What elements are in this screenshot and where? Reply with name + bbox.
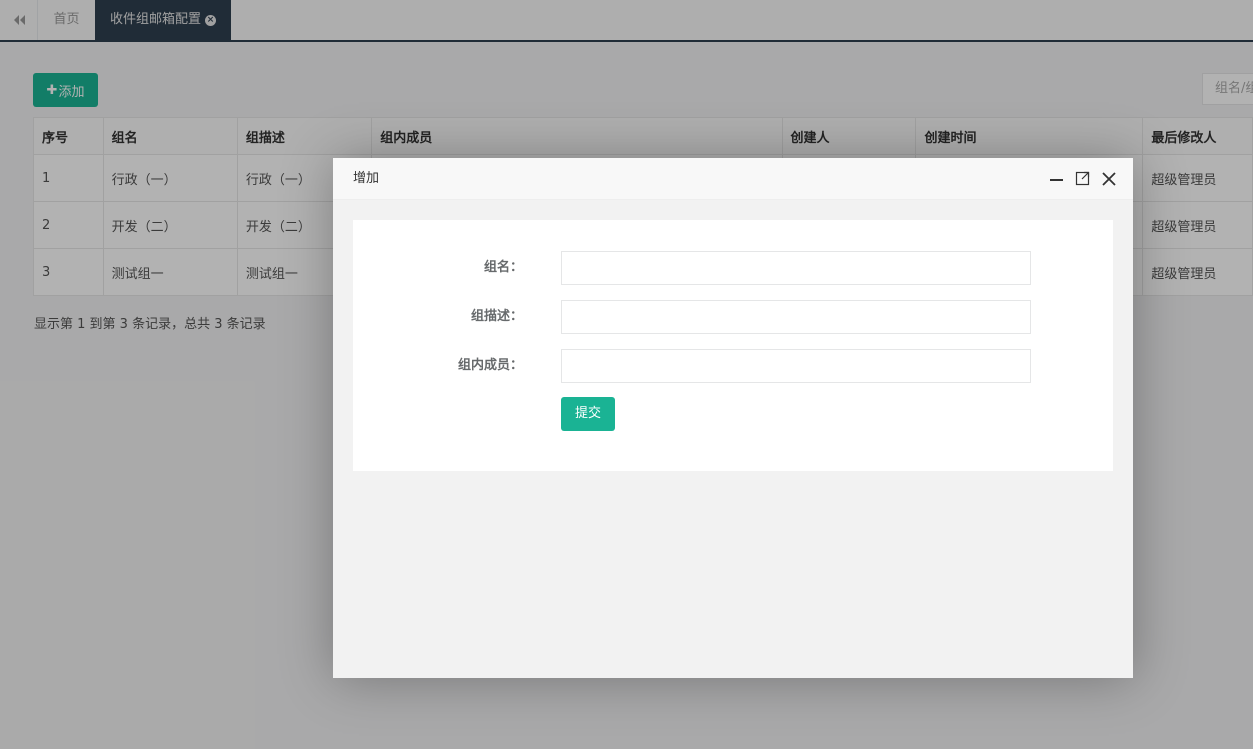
dialog-title: 增加: [353, 171, 380, 186]
dialog-form: 组名： 组描述： 组内成员： 提交: [353, 220, 1113, 471]
minimize-icon[interactable]: [1049, 169, 1065, 189]
form-row-description: 组描述：: [353, 300, 1113, 334]
maximize-icon[interactable]: [1075, 169, 1091, 189]
group-name-input[interactable]: [561, 251, 1031, 285]
group-members-label: 组内成员：: [457, 358, 523, 373]
group-description-label: 组描述：: [470, 309, 523, 324]
group-name-label: 组名：: [483, 260, 523, 275]
group-members-input[interactable]: [561, 349, 1031, 383]
add-group-dialog: 增加 组名： 组描述： 组内成员： 提交: [333, 158, 1133, 678]
dialog-header[interactable]: 增加: [333, 158, 1133, 200]
form-row-name: 组名：: [353, 251, 1113, 285]
form-row-members: 组内成员：: [353, 349, 1113, 383]
submit-button[interactable]: 提交: [561, 397, 615, 431]
close-icon[interactable]: [1101, 169, 1117, 189]
dialog-controls: [1049, 169, 1117, 189]
group-description-input[interactable]: [561, 300, 1031, 334]
